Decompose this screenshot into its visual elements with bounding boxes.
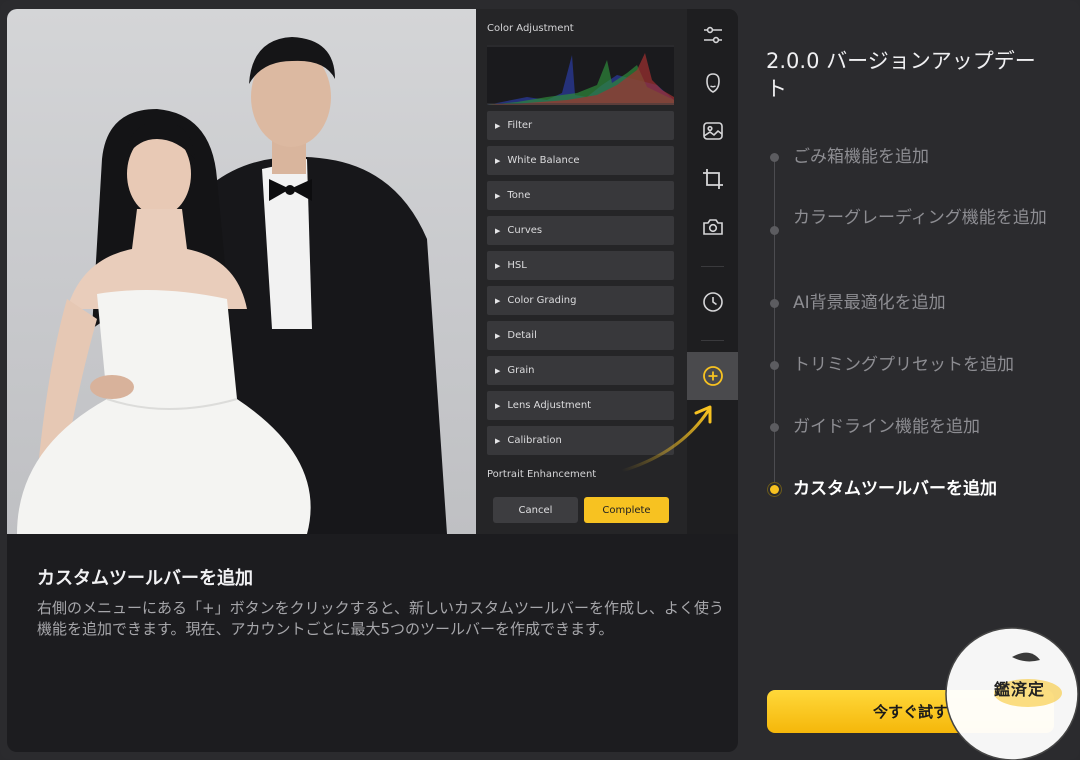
sample-photo <box>7 9 476 534</box>
timeline-dot <box>770 361 779 370</box>
timeline-dot <box>770 423 779 432</box>
portrait-enhancement-label: Portrait Enhancement <box>487 469 597 480</box>
section-white-balance[interactable]: ▶ White Balance <box>487 146 674 175</box>
section-filter[interactable]: ▶ Filter <box>487 111 674 140</box>
expand-triangle-icon: ▶ <box>495 296 501 305</box>
expand-triangle-icon: ▶ <box>495 366 501 375</box>
timeline-dot <box>770 226 779 235</box>
timeline-dot <box>770 299 779 308</box>
section-tone[interactable]: ▶ Tone <box>487 181 674 210</box>
timeline-label: AI背景最適化を追加 <box>793 293 946 313</box>
expand-triangle-icon: ▶ <box>495 156 501 165</box>
update-title: 2.0.0 バージョンアップデート <box>766 49 1036 101</box>
timeline-label: カスタムツールバーを追加 <box>793 479 997 499</box>
sliders-icon[interactable] <box>687 11 738 59</box>
timeline-label: トリミングプリセットを追加 <box>793 355 1014 375</box>
expand-triangle-icon: ▶ <box>495 331 501 340</box>
expand-triangle-icon: ▶ <box>495 191 501 200</box>
expand-triangle-icon: ▶ <box>495 401 501 410</box>
face-icon[interactable] <box>687 59 738 107</box>
history-icon[interactable] <box>687 278 738 326</box>
timeline-label: ごみ箱機能を追加 <box>793 147 929 167</box>
image-icon[interactable] <box>687 107 738 155</box>
rail-divider <box>701 266 724 267</box>
rail-divider <box>701 340 724 341</box>
section-grain[interactable]: ▶ Grain <box>487 356 674 385</box>
expand-triangle-icon: ▶ <box>495 226 501 235</box>
section-hsl[interactable]: ▶ HSL <box>487 251 674 280</box>
timeline-dot-current <box>770 485 779 494</box>
timeline-dot <box>770 153 779 162</box>
section-detail[interactable]: ▶ Detail <box>487 321 674 350</box>
section-curves[interactable]: ▶ Curves <box>487 216 674 245</box>
histogram <box>487 45 674 105</box>
timeline-line <box>774 157 775 490</box>
cancel-button[interactable]: Cancel <box>493 497 578 523</box>
feature-title: カスタムツールバーを追加 <box>37 568 253 589</box>
panel-title: Color Adjustment <box>487 23 574 34</box>
pointer-arrow-icon <box>620 405 712 473</box>
update-dialog: Color Adjustment ▶ Filter ▶ White Balance … <box>0 0 1080 760</box>
expand-triangle-icon: ▶ <box>495 121 501 130</box>
feature-description: 右側のメニューにある「+」ボタンをクリックすると、新しいカスタムツールバーを作成… <box>37 599 724 638</box>
add-circle-icon[interactable] <box>687 352 738 400</box>
watermark-text: 鑑済定 <box>994 680 1046 699</box>
feature-preview-card: Color Adjustment ▶ Filter ▶ White Balance … <box>7 9 738 752</box>
timeline-label: ガイドライン機能を追加 <box>793 417 980 437</box>
crop-icon[interactable] <box>687 155 738 203</box>
section-color-grading[interactable]: ▶ Color Grading <box>487 286 674 315</box>
expand-triangle-icon: ▶ <box>495 436 501 445</box>
camera-icon[interactable] <box>687 203 738 251</box>
expand-triangle-icon: ▶ <box>495 261 501 270</box>
timeline-label: カラーグレーディング機能を追加 <box>793 208 1047 228</box>
complete-button[interactable]: Complete <box>584 497 669 523</box>
